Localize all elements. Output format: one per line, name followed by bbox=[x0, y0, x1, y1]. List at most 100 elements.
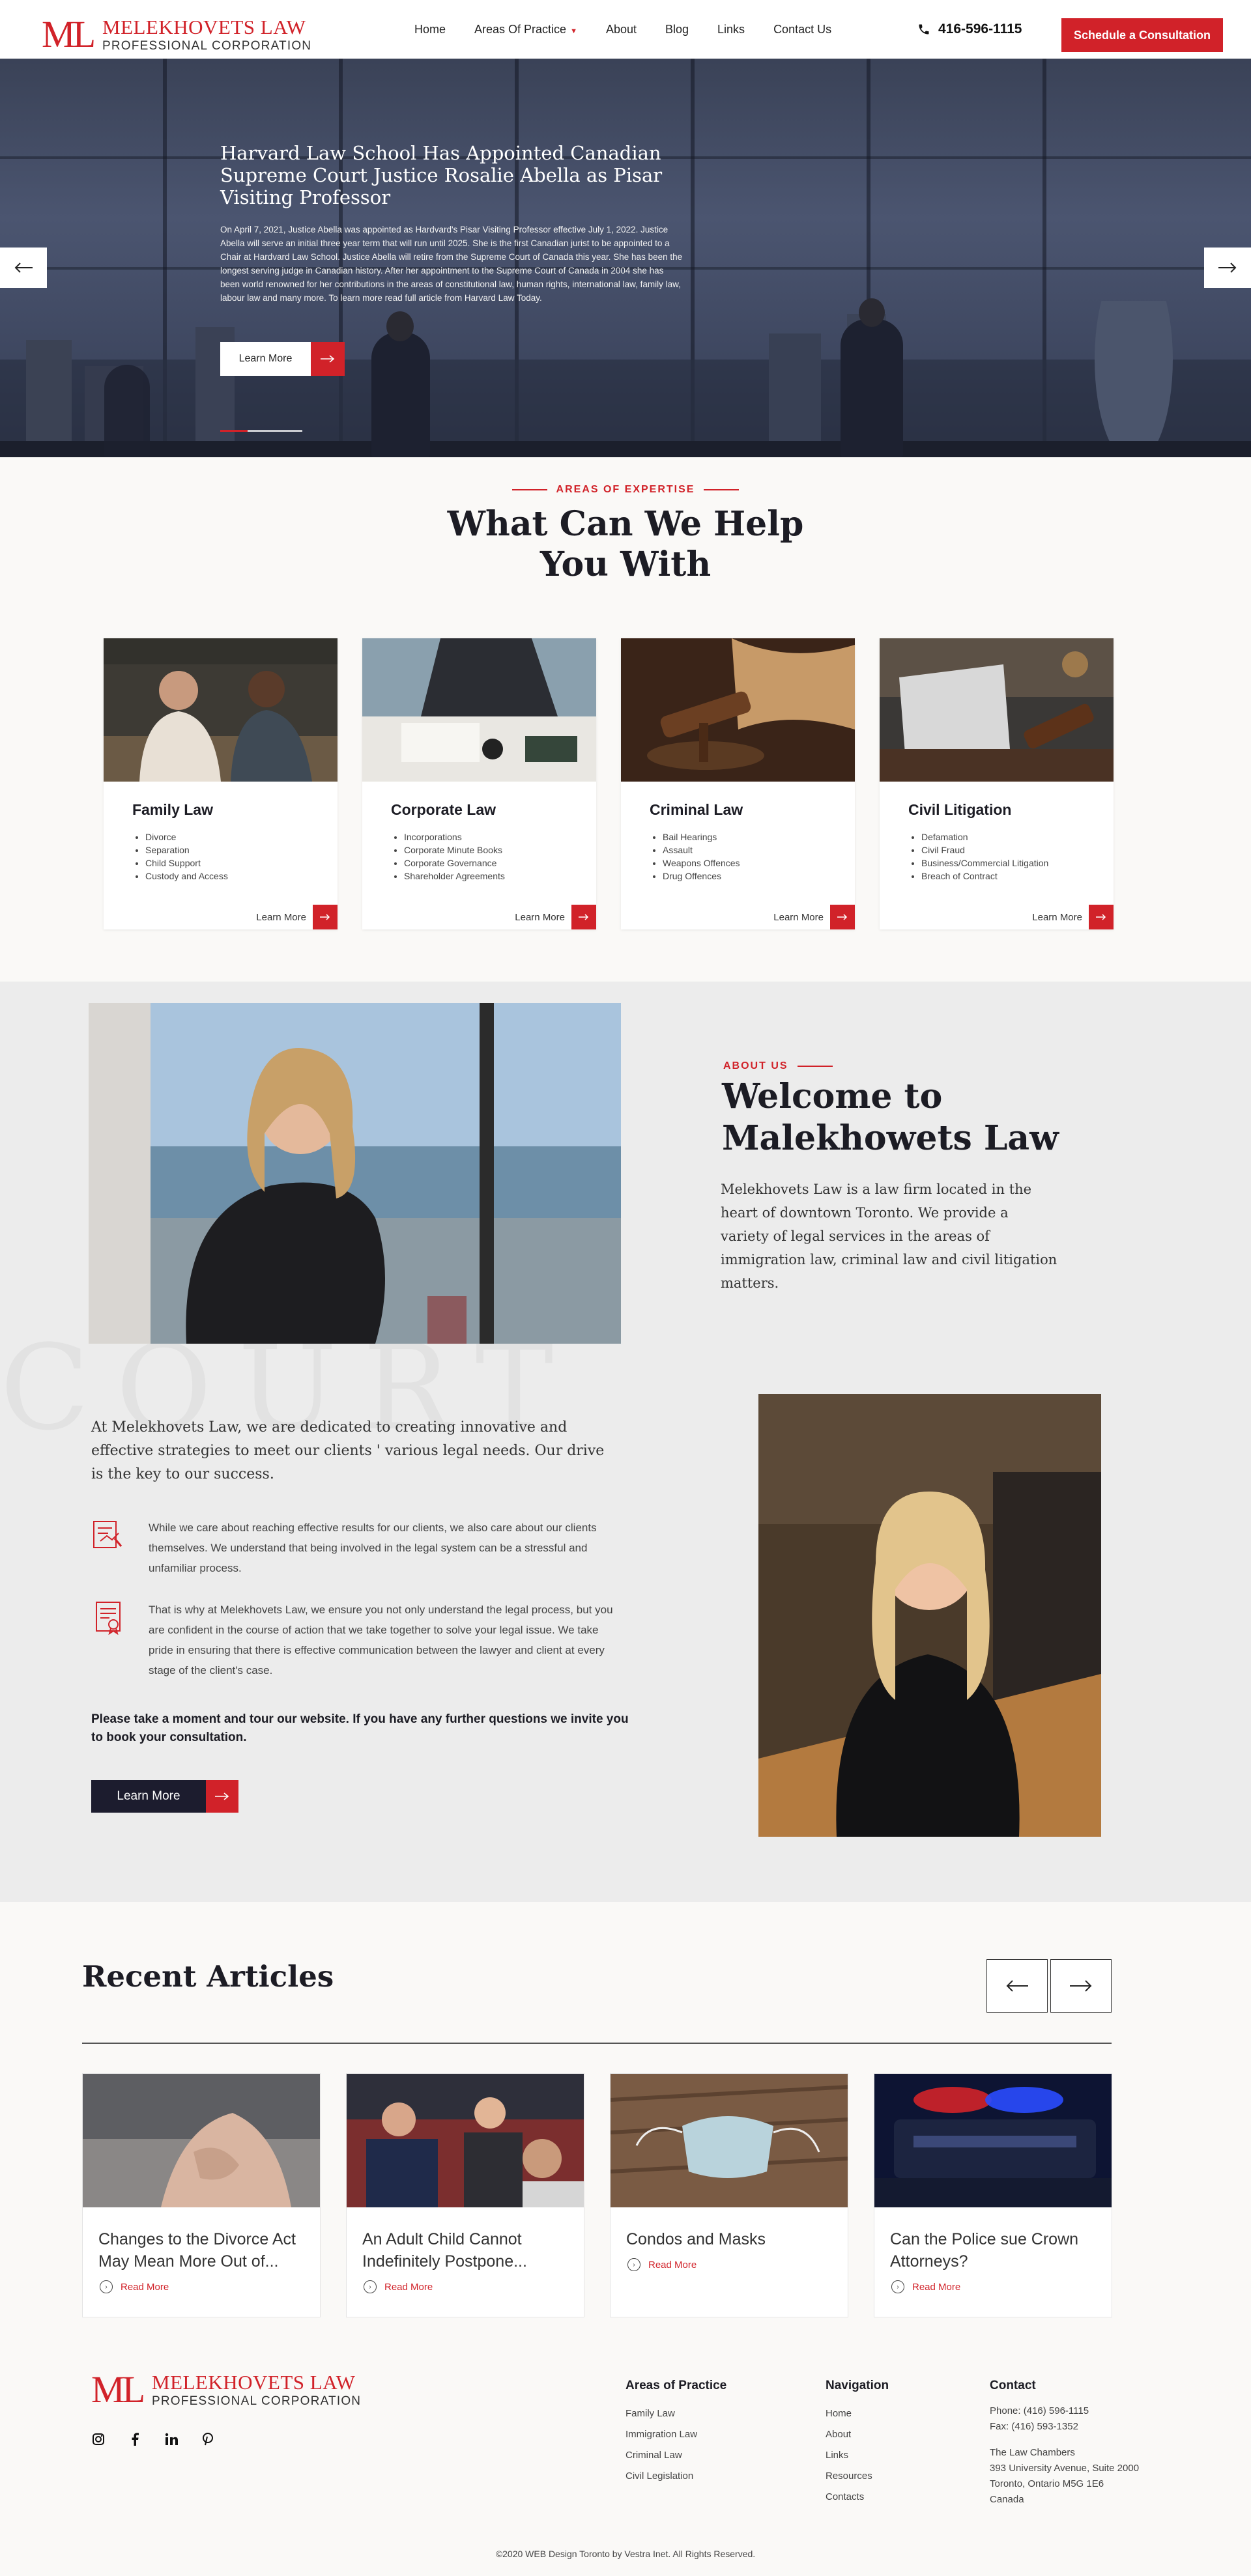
practice-cards: Family Law Divorce Separation Child Supp… bbox=[104, 638, 1114, 929]
article-card[interactable]: Changes to the Divorce Act May Mean More… bbox=[82, 2073, 321, 2317]
lawyer-photo-office bbox=[89, 1003, 621, 1344]
article-title: Can the Police sue Crown Attorneys? bbox=[890, 2230, 1079, 2271]
practice-card-family-law: Family Law Divorce Separation Child Supp… bbox=[104, 638, 338, 929]
slide-indicator[interactable] bbox=[248, 430, 275, 432]
card-list: Incorporations Corporate Minute Books Co… bbox=[404, 830, 596, 883]
site-header: ML MELEKHOVETS LAW PROFESSIONAL CORPORAT… bbox=[0, 0, 1251, 59]
hero-learn-more-button[interactable]: Learn More bbox=[220, 342, 345, 376]
hero-title: Harvard Law School Has Appointed Canadia… bbox=[220, 142, 663, 208]
footer-link[interactable]: About bbox=[826, 2424, 889, 2445]
article-card[interactable]: Can the Police sue Crown Attorneys? › Re… bbox=[874, 2073, 1112, 2317]
footer-link[interactable]: Links bbox=[826, 2445, 889, 2466]
footer-link[interactable]: Home bbox=[826, 2403, 889, 2424]
card-title: Criminal Law bbox=[650, 801, 743, 818]
arrow-right-icon bbox=[1218, 262, 1237, 273]
hero-body: On April 7, 2021, Justice Abella was app… bbox=[220, 225, 683, 303]
chevron-right-icon: › bbox=[100, 2280, 113, 2293]
logo-mark: ML bbox=[42, 13, 96, 55]
articles-list: Changes to the Divorce Act May Mean More… bbox=[82, 2073, 1112, 2317]
footer-link[interactable]: Family Law bbox=[626, 2403, 726, 2424]
nav-contact-us[interactable]: Contact Us bbox=[773, 23, 831, 36]
city-skyline-image bbox=[0, 301, 1251, 457]
articles-title: Recent Articles bbox=[82, 1959, 334, 1994]
footer-address-line: The Law Chambers bbox=[990, 2447, 1075, 2458]
articles-next-button[interactable] bbox=[1050, 1959, 1112, 2013]
article-title: An Adult Child Cannot Indefinitely Postp… bbox=[362, 2230, 527, 2271]
nav-about[interactable]: About bbox=[606, 23, 637, 36]
slider-indicators bbox=[220, 430, 302, 432]
about-title: Welcome to Malekhowets Law bbox=[722, 1077, 1059, 1158]
card-title: Family Law bbox=[132, 801, 213, 818]
hero-prev-button[interactable] bbox=[0, 248, 47, 288]
footer-link[interactable]: Contacts bbox=[826, 2487, 889, 2508]
slide-indicator[interactable] bbox=[220, 430, 248, 432]
main-nav: Home Areas Of Practice ▼ About Blog Links… bbox=[414, 0, 831, 59]
facebook-icon[interactable] bbox=[128, 2432, 142, 2446]
card-learn-more-link[interactable]: Learn More bbox=[773, 905, 855, 929]
arrow-left-icon bbox=[14, 262, 33, 273]
nav-areas-of-practice[interactable]: Areas Of Practice ▼ bbox=[474, 23, 577, 36]
footer-link[interactable]: Civil Legislation bbox=[626, 2466, 726, 2487]
footer-practice: Areas of Practice Family Law Immigration… bbox=[626, 2379, 726, 2487]
footer-link[interactable]: Immigration Law bbox=[626, 2424, 726, 2445]
card-learn-more-link[interactable]: Learn More bbox=[1032, 905, 1114, 929]
read-more-link[interactable]: › Read More bbox=[364, 2280, 584, 2293]
schedule-consultation-button[interactable]: Schedule a Consultation bbox=[1061, 18, 1223, 52]
footer-phone[interactable]: Phone: (416) 596-1115 bbox=[990, 2403, 1139, 2419]
hero-slider: Harvard Law School Has Appointed Canadia… bbox=[0, 59, 1251, 457]
expertise-title: What Can We Help You With bbox=[447, 504, 804, 584]
read-more-link[interactable]: › Read More bbox=[100, 2280, 320, 2293]
about-lead: Melekhovets Law is a law firm located in… bbox=[721, 1182, 1057, 1291]
corporate-law-image bbox=[362, 638, 596, 782]
about-feature-text: That is why at Melekhovets Law, we ensur… bbox=[149, 1604, 613, 1677]
lawyer-photo-boardroom bbox=[758, 1394, 1101, 1837]
footer-link[interactable]: Criminal Law bbox=[626, 2445, 726, 2466]
card-list: Defamation Civil Fraud Business/Commerci… bbox=[921, 830, 1114, 883]
about-cta-text: Please take a moment and tour our websit… bbox=[91, 1712, 629, 1744]
card-learn-more-link[interactable]: Learn More bbox=[256, 905, 338, 929]
article-card[interactable]: Condos and Masks › Read More bbox=[610, 2073, 848, 2317]
card-title: Corporate Law bbox=[391, 801, 496, 818]
social-links bbox=[91, 2432, 215, 2446]
article-image bbox=[874, 2074, 1112, 2207]
hero-next-button[interactable] bbox=[1204, 248, 1251, 288]
civil-litigation-image bbox=[880, 638, 1114, 782]
brand-logo[interactable]: ML MELEKHOVETS LAW PROFESSIONAL CORPORAT… bbox=[42, 16, 311, 53]
about-learn-more-button[interactable]: Learn More bbox=[91, 1780, 238, 1813]
linkedin-icon[interactable] bbox=[164, 2432, 179, 2446]
about-feature-text: While we care about reaching effective r… bbox=[149, 1522, 597, 1574]
footer-link[interactable]: Resources bbox=[826, 2466, 889, 2487]
document-seal-icon bbox=[91, 1600, 126, 1635]
header-phone[interactable]: 416-596-1115 bbox=[917, 21, 1022, 37]
logo-name: MELEKHOVETS LAW bbox=[102, 16, 306, 38]
about-feature-process: That is why at Melekhovets Law, we ensur… bbox=[91, 1600, 626, 1680]
nav-links[interactable]: Links bbox=[717, 23, 745, 36]
nav-blog[interactable]: Blog bbox=[665, 23, 689, 36]
instagram-icon[interactable] bbox=[91, 2432, 106, 2446]
chevron-right-icon: › bbox=[364, 2280, 377, 2293]
article-card[interactable]: An Adult Child Cannot Indefinitely Postp… bbox=[346, 2073, 584, 2317]
card-title: Civil Litigation bbox=[908, 801, 1012, 818]
footer-address-line: 393 University Avenue, Suite 2000 bbox=[990, 2463, 1140, 2474]
arrow-right-icon bbox=[571, 905, 596, 929]
read-more-link[interactable]: › Read More bbox=[627, 2258, 848, 2271]
arrow-right-icon bbox=[313, 905, 338, 929]
copyright: ©2020 WEB Design Toronto by Vestra Inet.… bbox=[495, 2549, 756, 2559]
practice-card-civil-litigation: Civil Litigation Defamation Civil Fraud … bbox=[880, 638, 1114, 929]
nav-home[interactable]: Home bbox=[414, 23, 446, 36]
article-image bbox=[83, 2074, 320, 2207]
footer-navigation: Navigation Home About Links Resources Co… bbox=[826, 2379, 889, 2508]
arrow-right-icon bbox=[206, 1780, 238, 1813]
slide-indicator[interactable] bbox=[275, 430, 302, 432]
article-image bbox=[347, 2074, 584, 2207]
article-image bbox=[611, 2074, 848, 2207]
card-learn-more-link[interactable]: Learn More bbox=[515, 905, 596, 929]
card-list: Bail Hearings Assault Weapons Offences D… bbox=[663, 830, 855, 883]
arrow-right-icon bbox=[1089, 905, 1114, 929]
read-more-link[interactable]: › Read More bbox=[891, 2280, 1112, 2293]
arrow-right-icon bbox=[311, 342, 345, 376]
footer-logo[interactable]: ML MELEKHOVETS LAW PROFESSIONAL CORPORAT… bbox=[91, 2371, 361, 2409]
pinterest-icon[interactable] bbox=[201, 2432, 215, 2446]
articles-prev-button[interactable] bbox=[986, 1959, 1048, 2013]
card-list: Divorce Separation Child Support Custody… bbox=[145, 830, 338, 883]
